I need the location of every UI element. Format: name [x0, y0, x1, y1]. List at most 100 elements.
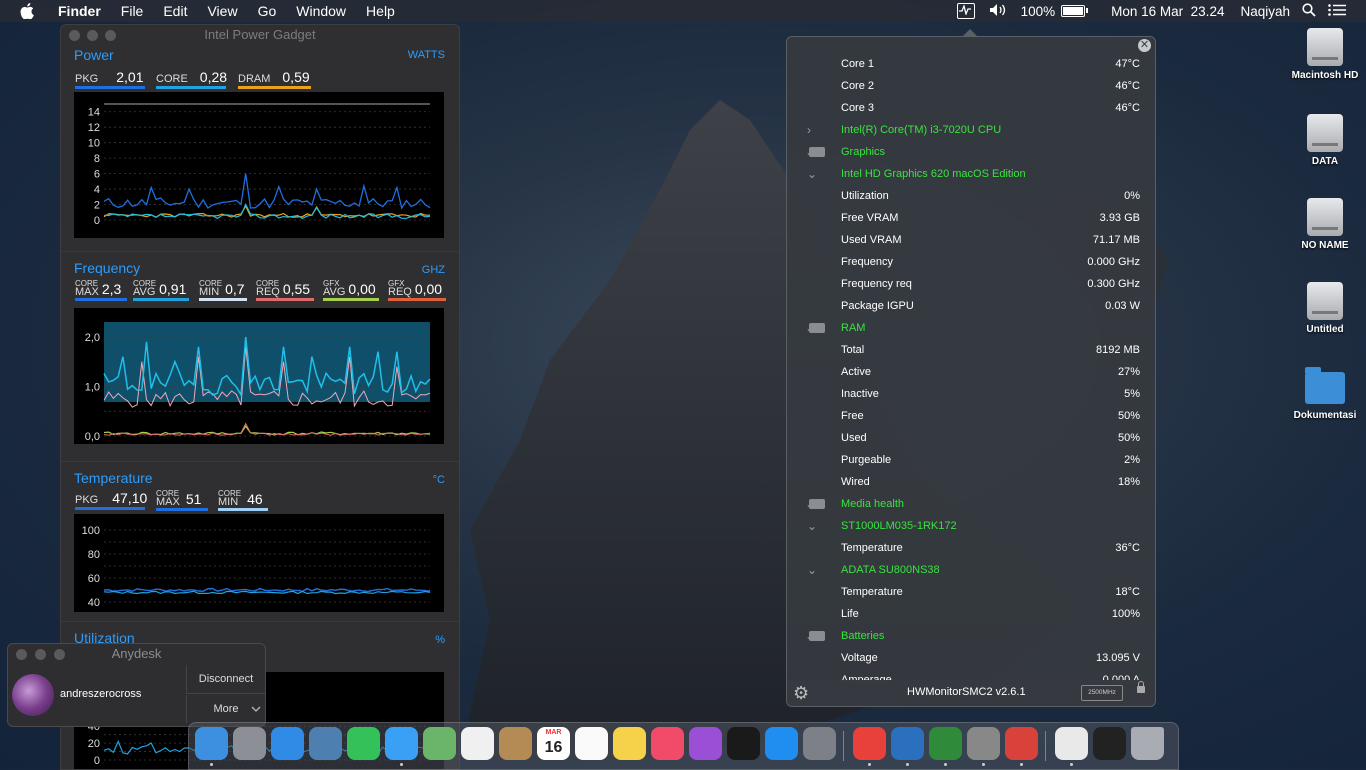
dock-launchpad-icon[interactable]	[233, 727, 266, 760]
desktop-icon-no-name[interactable]: NO NAME	[1285, 198, 1365, 251]
dock-reminders-icon[interactable]	[575, 727, 608, 760]
chevron-down-icon[interactable]: ⌄	[807, 559, 817, 581]
sensor-value: 50%	[1117, 432, 1140, 444]
power-pkg: PKG 2,01	[75, 69, 145, 89]
desktop-icon-data[interactable]: DATA	[1285, 114, 1365, 167]
volume-icon[interactable]	[983, 3, 1015, 20]
dock-hwmonitor-icon[interactable]	[929, 727, 962, 760]
menu-edit[interactable]: Edit	[153, 0, 197, 22]
minimize-button[interactable]	[87, 30, 98, 41]
gear-icon[interactable]: ⚙	[793, 683, 809, 704]
sensor-group-row[interactable]: ⌄RAM	[787, 317, 1155, 339]
hwmonitor-status-icon[interactable]	[956, 3, 975, 19]
dock-maps-icon[interactable]	[423, 727, 456, 760]
spotlight-icon[interactable]	[1296, 2, 1322, 20]
desktop-icon-untitled[interactable]: Untitled	[1285, 282, 1365, 335]
minimize-button[interactable]	[35, 649, 46, 660]
sensor-group-row[interactable]: ⌄ Intel HD Graphics 620 macOS Edition	[787, 163, 1155, 185]
series-line	[103, 587, 431, 593]
sensor-group-row[interactable]: › Intel(R) Core(TM) i3-7020U CPU	[787, 119, 1155, 141]
notification-center-icon[interactable]	[1322, 3, 1352, 19]
sensor-row: Free VRAM 3.93 GB	[787, 207, 1155, 229]
menu-go[interactable]: Go	[248, 0, 287, 22]
more-button[interactable]: More	[186, 695, 265, 723]
sensor-value: 71.17 MB	[1092, 234, 1140, 246]
dock-terminal-icon[interactable]	[1093, 727, 1126, 760]
dock-photos-icon[interactable]	[461, 727, 494, 760]
dock-tv-icon[interactable]	[727, 727, 760, 760]
device-icon	[809, 323, 825, 333]
menu-help[interactable]: Help	[356, 0, 405, 22]
zoom-button[interactable]	[105, 30, 116, 41]
dock-calendar-icon[interactable]: MAR 16	[537, 727, 570, 760]
dock-network-utility-icon[interactable]	[967, 727, 1000, 760]
battery-icon[interactable]	[1061, 5, 1089, 17]
close-button[interactable]	[16, 649, 27, 660]
apple-menu-icon[interactable]	[20, 3, 34, 19]
temperature-section: Temperature °C PKG 47,10 CORE MAX 51 CORE MI…	[61, 461, 459, 622]
y-tick-label: 10	[88, 138, 100, 150]
sensor-group-row[interactable]: ⌄ ST1000LM035-1RK172	[787, 515, 1155, 537]
temp-pkg: PKG 47,10	[75, 490, 147, 510]
dock-podcasts-icon[interactable]	[689, 727, 722, 760]
running-indicator	[1020, 763, 1023, 766]
dock-teamviewer-icon[interactable]	[1005, 727, 1038, 760]
dock-intel-power-gadget-icon[interactable]	[891, 727, 924, 760]
chevron-right-icon[interactable]: ›	[807, 119, 811, 141]
dock-preview-icon[interactable]	[1055, 727, 1088, 760]
anydesk-title: Anydesk	[111, 646, 162, 661]
dock-contacts-icon[interactable]	[499, 727, 532, 760]
y-tick-label: 6	[94, 169, 100, 181]
running-indicator	[1070, 763, 1073, 766]
dock-messages-icon[interactable]	[385, 727, 418, 760]
dock-trash-icon[interactable]	[1131, 727, 1164, 760]
sensor-group-row[interactable]: ⌄ ADATA SU800NS38	[787, 559, 1155, 581]
device-icon	[809, 147, 825, 157]
dock-facetime-icon[interactable]	[347, 727, 380, 760]
sensor-name: ST1000LM035-1RK172	[841, 520, 957, 532]
menu-window[interactable]: Window	[286, 0, 356, 22]
menu-finder[interactable]: Finder	[48, 0, 111, 22]
dock-app-store-icon[interactable]	[765, 727, 798, 760]
anydesk-window: Anydesk andreszerocross Disconnect More	[7, 643, 266, 727]
temperature-unit: °C	[432, 474, 445, 486]
chevron-down-icon[interactable]: ⌄	[807, 515, 817, 537]
sensor-row: Frequency 0.000 GHz	[787, 251, 1155, 273]
sensor-value: 46°C	[1115, 102, 1140, 114]
dock-mail-icon[interactable]	[309, 727, 342, 760]
dock-anydesk-icon[interactable]	[853, 727, 886, 760]
sensor-name: Media health	[841, 498, 904, 510]
zoom-button[interactable]	[54, 649, 65, 660]
disconnect-button[interactable]: Disconnect	[186, 665, 265, 694]
sensor-name: Inactive	[841, 388, 879, 400]
menu-view[interactable]: View	[197, 0, 247, 22]
sensor-group-row[interactable]: ⌄Graphics	[787, 141, 1155, 163]
dock-music-icon[interactable]	[651, 727, 684, 760]
dock-safari-icon[interactable]	[271, 727, 304, 760]
sensor-name: Frequency req	[841, 278, 912, 290]
chevron-down-icon[interactable]: ⌄	[807, 163, 817, 185]
dock-finder-icon[interactable]	[195, 727, 228, 760]
lock-icon[interactable]	[1137, 681, 1145, 693]
clock[interactable]: Mon 16 Mar 23.24	[1105, 4, 1230, 19]
desktop-icon-macintosh-hd[interactable]: Macintosh HD	[1285, 28, 1365, 81]
sensor-value: 47°C	[1115, 58, 1140, 70]
battery-percent: 100%	[1020, 3, 1056, 19]
utilization-unit: %	[435, 634, 445, 646]
y-tick-label: 2	[94, 200, 100, 212]
close-button[interactable]	[69, 30, 80, 41]
close-icon[interactable]: ✕	[1138, 39, 1151, 52]
desktop-icon-dokumentasi[interactable]: Dokumentasi	[1285, 367, 1365, 421]
y-tick-label: 1,0	[85, 381, 100, 393]
temperature-title: Temperature	[74, 470, 153, 486]
menu-file[interactable]: File	[111, 0, 154, 22]
sensor-group-row[interactable]: ⌄Media health	[787, 493, 1155, 515]
frequency-badge: 2500MHz	[1081, 685, 1123, 701]
dock-system-preferences-icon[interactable]	[803, 727, 836, 760]
sensor-name: Wired	[841, 476, 870, 488]
user-menu[interactable]: Naqiyah	[1234, 4, 1296, 19]
anydesk-titlebar: Anydesk	[8, 644, 265, 664]
sensor-group-row[interactable]: ⌄Batteries	[787, 625, 1155, 647]
dock-notes-icon[interactable]	[613, 727, 646, 760]
sensor-name: ADATA SU800NS38	[841, 564, 940, 576]
